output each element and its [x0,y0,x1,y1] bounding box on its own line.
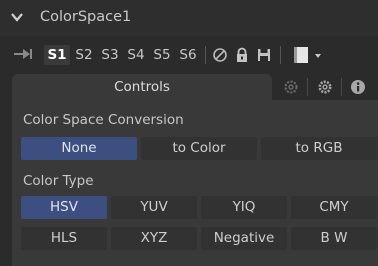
conversion-none-button[interactable]: None [21,137,137,160]
slot-s2-button[interactable]: S2 [72,45,96,65]
gear-icon[interactable] [317,79,333,95]
slot-s5-button[interactable]: S5 [150,45,174,65]
tab-divider [307,78,308,96]
disable-icon[interactable] [212,47,228,63]
toolbar-divider [280,46,281,64]
color-type-bw-button[interactable]: B W [291,227,377,250]
toolbar-divider [205,46,206,64]
info-icon[interactable] [350,79,366,95]
save-icon[interactable] [256,47,272,63]
color-type-label: Color Type [23,173,94,189]
conversion-to-color-button[interactable]: to Color [141,137,257,160]
tab-controls[interactable]: Controls [12,74,272,100]
toolbar: S1 S2 S3 S4 S5 S6 [0,36,378,74]
color-type-cmy-button[interactable]: CMY [291,196,377,219]
tab-divider [341,78,342,96]
collapse-arrow-icon[interactable] [10,10,24,24]
color-swatch-dropdown-icon[interactable] [292,47,328,63]
pin-icon[interactable] [14,48,32,60]
slot-s4-button[interactable]: S4 [124,45,148,65]
color-type-yiq-button[interactable]: YIQ [201,196,287,219]
tabs-bar: Controls [0,74,378,100]
conversion-to-rgb-button[interactable]: to RGB [261,137,377,160]
slot-s1-button[interactable]: S1 [44,45,70,65]
tool-header: ColorSpace1 [0,0,378,36]
color-type-xyz-button[interactable]: XYZ [111,227,197,250]
lock-icon[interactable] [234,47,250,63]
conversion-label: Color Space Conversion [23,112,184,128]
controls-panel: Color Space Conversion None to Color to … [12,100,378,266]
color-type-hsv-button[interactable]: HSV [21,196,107,219]
color-type-yuv-button[interactable]: YUV [111,196,197,219]
slot-s6-button[interactable]: S6 [176,45,200,65]
slot-s3-button[interactable]: S3 [98,45,122,65]
color-type-hls-button[interactable]: HLS [21,227,107,250]
settings-icon[interactable] [283,79,299,95]
tool-name: ColorSpace1 [40,9,132,25]
color-type-negative-button[interactable]: Negative [201,227,287,250]
